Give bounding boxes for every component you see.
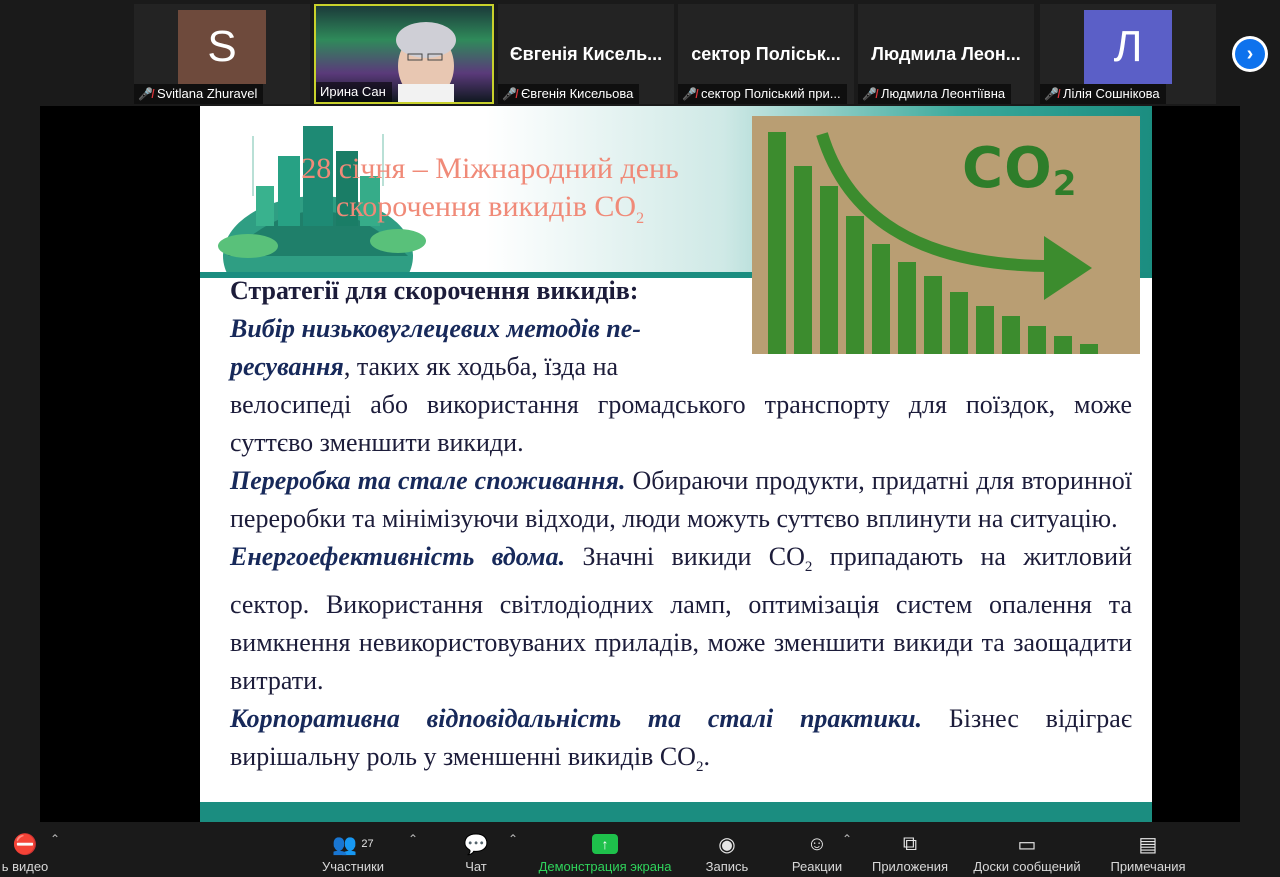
share-screen-icon: ↑ <box>592 834 618 854</box>
participants-button[interactable]: 👥 27 Участники <box>316 822 390 877</box>
participants-icon: 👥 27 <box>332 833 374 856</box>
reactions-button[interactable]: ☺ Реакции <box>786 822 848 877</box>
whiteboard-icon: ▭ <box>1017 833 1037 856</box>
presentation-slide: 28 січня – Міжнародний день скорочення в… <box>200 106 1152 822</box>
meeting-toolbar: ⛔ ь видео ⌃ 👥 27 Участники ⌃ 💬 Чат ⌃ ↑ Де… <box>0 822 1280 877</box>
participant-label: 🎤̸ Людмила Леонтіївна <box>858 84 1012 104</box>
participant-tile[interactable]: сектор Поліськ... 🎤̸ сектор Поліський при… <box>678 4 854 104</box>
participants-label: Участники <box>321 859 385 874</box>
share-screen-button[interactable]: ↑ Демонстрация экрана <box>534 822 676 877</box>
slide-title-line2: скорочення викидів CO2 <box>335 190 645 227</box>
chat-options-caret[interactable]: ⌃ <box>508 832 518 846</box>
participant-name: сектор Поліський при... <box>700 86 841 101</box>
participant-label: Ирина Сан <box>316 82 392 102</box>
participants-options-caret[interactable]: ⌃ <box>408 832 418 846</box>
apps-button[interactable]: ⧉ Приложения <box>868 822 952 877</box>
video-label: ь видео <box>1 859 49 874</box>
participant-label: 🎤̸ Лілія Сошнікова <box>1040 84 1166 104</box>
co2-image: CO2 <box>752 116 1140 354</box>
apps-label: Приложения <box>871 859 949 874</box>
participant-name: Євгенія Кисельова <box>520 86 634 101</box>
video-options-caret[interactable]: ⌃ <box>50 832 60 846</box>
participants-count: 27 <box>361 838 374 850</box>
notes-label: Примечания <box>1110 859 1186 874</box>
chevron-right-icon: › <box>1235 39 1265 69</box>
record-icon: ◉ <box>718 833 736 856</box>
co2-bars-graphic <box>768 132 1098 354</box>
paragraph-transport: Вибір низьковуглецевих методів пе-ресува… <box>230 314 641 381</box>
participant-bigname: сектор Поліськ... <box>691 44 841 64</box>
share-screen-label: Демонстрация экрана <box>538 859 672 874</box>
participant-tile[interactable]: Людмила Леон... 🎤̸ Людмила Леонтіївна <box>858 4 1034 104</box>
paragraph-corporate: Корпоративна відповідальність та сталі п… <box>230 704 1132 776</box>
participant-name: Svitlana Zhuravel <box>156 86 258 101</box>
mic-off-icon: 🎤̸ <box>138 87 153 101</box>
mic-off-icon: 🎤̸ <box>682 87 697 101</box>
notes-icon: ▤ <box>1138 833 1158 856</box>
whiteboards-label: Доски сообщений <box>973 859 1081 874</box>
slide-body: велосипеді або використання громадського… <box>230 386 1132 786</box>
next-page-button[interactable]: › <box>1232 36 1268 72</box>
reactions-options-caret[interactable]: ⌃ <box>842 832 852 846</box>
participant-tile[interactable]: Л 🎤̸ Лілія Сошнікова <box>1040 4 1216 104</box>
slide-heading: Стратегії для скорочення викидів: <box>230 276 639 305</box>
mic-off-icon: 🎤̸ <box>1044 87 1059 101</box>
co2-label: CO2 <box>962 136 1078 204</box>
slide-body-top: Стратегії для скорочення викидів: Вибір … <box>230 272 730 386</box>
participant-bigname: Людмила Леон... <box>871 44 1021 64</box>
notes-button[interactable]: ▤ Примечания <box>1106 822 1190 877</box>
participant-tile[interactable]: S 🎤̸ Svitlana Zhuravel <box>134 4 310 104</box>
video-off-icon: ⛔ <box>12 833 38 856</box>
slide-title-line1: 28 січня – Міжнародний день <box>301 152 679 185</box>
record-label: Запись <box>705 859 749 874</box>
participant-tile-active[interactable]: Ирина Сан <box>314 4 494 104</box>
reactions-label: Реакции <box>791 859 843 874</box>
chat-button[interactable]: 💬 Чат <box>456 822 496 877</box>
mic-off-icon: 🎤̸ <box>502 87 517 101</box>
paragraph-recycling: Переробка та стале споживання. Обираючи … <box>230 466 1132 533</box>
participant-name: Ирина Сан <box>320 84 386 99</box>
chat-icon: 💬 <box>463 833 489 856</box>
mic-off-icon: 🎤̸ <box>862 87 877 101</box>
video-button[interactable]: ⛔ ь видео <box>0 822 50 877</box>
chat-label: Чат <box>465 859 487 874</box>
participant-label: 🎤̸ Євгенія Кисельова <box>498 84 640 104</box>
participant-label: 🎤̸ сектор Поліський при... <box>678 84 847 104</box>
paragraph-transport-cont: велосипеді або використання громадського… <box>230 390 1132 457</box>
slide-title: 28 січня – Міжнародний день скорочення в… <box>230 150 750 238</box>
participant-bigname: Євгенія Кисель... <box>509 44 663 64</box>
participant-label: 🎤̸ Svitlana Zhuravel <box>134 84 264 104</box>
record-button[interactable]: ◉ Запись <box>700 822 754 877</box>
avatar: Л <box>1084 10 1172 84</box>
participant-strip: S 🎤̸ Svitlana Zhuravel Ирина Сан Євгенія … <box>0 0 1280 106</box>
participant-tile[interactable]: Євгенія Кисель... 🎤̸ Євгенія Кисельова <box>498 4 674 104</box>
participant-name: Людмила Леонтіївна <box>880 86 1006 101</box>
participant-name: Лілія Сошнікова <box>1062 86 1160 101</box>
reactions-icon: ☺ <box>806 832 828 855</box>
shared-screen: 28 січня – Міжнародний день скорочення в… <box>40 106 1240 822</box>
slide-bottom-bar <box>200 802 1152 822</box>
avatar: S <box>178 10 266 84</box>
whiteboards-button[interactable]: ▭ Доски сообщений <box>968 822 1086 877</box>
paragraph-energy: Енергоефективність вдома. Значні викиди … <box>230 542 1133 696</box>
apps-icon: ⧉ <box>902 832 918 855</box>
